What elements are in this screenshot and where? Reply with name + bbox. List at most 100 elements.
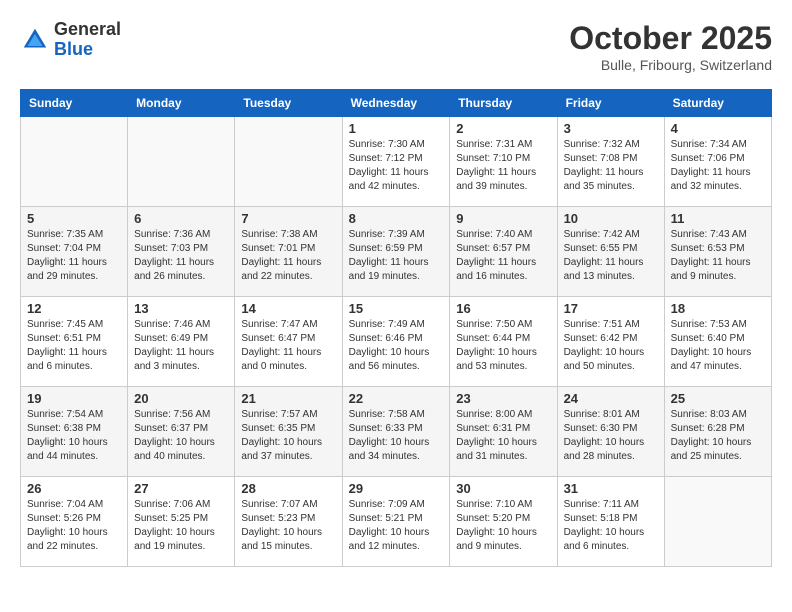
calendar-cell — [664, 477, 771, 567]
calendar-cell: 24Sunrise: 8:01 AM Sunset: 6:30 PM Dayli… — [557, 387, 664, 477]
month-title: October 2025 — [569, 20, 772, 57]
day-info: Sunrise: 7:38 AM Sunset: 7:01 PM Dayligh… — [241, 228, 335, 284]
day-info: Sunrise: 7:10 AM Sunset: 5:20 PM Dayligh… — [456, 498, 550, 554]
day-info: Sunrise: 7:04 AM Sunset: 5:26 PM Dayligh… — [27, 498, 121, 554]
calendar-cell: 30 Sunrise: 7:10 AM Sunset: 5:20 PM Dayli… — [450, 477, 557, 567]
calendar-cell: 23 Sunrise: 8:00 AM Sunset: 6:31 PM Dayli… — [450, 387, 557, 477]
day-info: Sunrise: 8:03 AM Sunset: 6:28 PM Dayligh… — [671, 408, 765, 464]
logo-general: General — [54, 20, 121, 40]
day-info: Sunrise: 7:31 AM Sunset: 7:10 PM Dayligh… — [456, 138, 550, 194]
calendar-cell: 17 Sunrise: 7:51 AM Sunset: 6:42 PM Dayli… — [557, 297, 664, 387]
calendar-cell: 14Sunrise: 7:47 AM Sunset: 6:47 PM Dayli… — [235, 297, 342, 387]
day-number: 15 — [349, 301, 444, 316]
day-number: 9 — [456, 211, 550, 226]
calendar-cell — [128, 117, 235, 207]
day-number: 24 — [564, 391, 658, 406]
calendar-cell: 2 Sunrise: 7:31 AM Sunset: 7:10 PM Daylig… — [450, 117, 557, 207]
header-friday: Friday — [557, 90, 664, 117]
day-info: Sunrise: 7:40 AM Sunset: 6:57 PM Dayligh… — [456, 228, 550, 284]
day-number: 13 — [134, 301, 228, 316]
day-number: 11 — [671, 211, 765, 226]
calendar-cell: 28Sunrise: 7:07 AM Sunset: 5:23 PM Dayli… — [235, 477, 342, 567]
day-info: Sunrise: 7:34 AM Sunset: 7:06 PM Dayligh… — [671, 138, 765, 194]
day-info: Sunrise: 7:30 AM Sunset: 7:12 PM Dayligh… — [349, 138, 444, 194]
calendar-cell: 20Sunrise: 7:56 AM Sunset: 6:37 PM Dayli… — [128, 387, 235, 477]
day-info: Sunrise: 7:42 AM Sunset: 6:55 PM Dayligh… — [564, 228, 658, 284]
day-number: 3 — [564, 121, 658, 136]
calendar-cell: 22 Sunrise: 7:58 AM Sunset: 6:33 PM Dayli… — [342, 387, 450, 477]
day-number: 7 — [241, 211, 335, 226]
logo-icon — [20, 25, 50, 55]
header-thursday: Thursday — [450, 90, 557, 117]
day-number: 29 — [349, 481, 444, 496]
header-monday: Monday — [128, 90, 235, 117]
day-number: 4 — [671, 121, 765, 136]
calendar-cell: 15Sunrise: 7:49 AM Sunset: 6:46 PM Dayli… — [342, 297, 450, 387]
day-number: 30 — [456, 481, 550, 496]
day-info: Sunrise: 7:32 AM Sunset: 7:08 PM Dayligh… — [564, 138, 658, 194]
day-number: 12 — [27, 301, 121, 316]
calendar-cell: 1 Sunrise: 7:30 AM Sunset: 7:12 PM Daylig… — [342, 117, 450, 207]
day-number: 22 — [349, 391, 444, 406]
day-info: Sunrise: 7:45 AM Sunset: 6:51 PM Dayligh… — [27, 318, 121, 374]
logo-text: General Blue — [54, 20, 121, 60]
day-number: 21 — [241, 391, 335, 406]
day-info: Sunrise: 7:54 AM Sunset: 6:38 PM Dayligh… — [27, 408, 121, 464]
calendar-cell: 16 Sunrise: 7:50 AM Sunset: 6:44 PM Dayli… — [450, 297, 557, 387]
calendar-cell: 31Sunrise: 7:11 AM Sunset: 5:18 PM Dayli… — [557, 477, 664, 567]
day-info: Sunrise: 7:58 AM Sunset: 6:33 PM Dayligh… — [349, 408, 444, 464]
calendar-cell: 5 Sunrise: 7:35 AM Sunset: 7:04 PM Daylig… — [21, 207, 128, 297]
day-number: 23 — [456, 391, 550, 406]
day-number: 18 — [671, 301, 765, 316]
calendar-cell: 13 Sunrise: 7:46 AM Sunset: 6:49 PM Dayli… — [128, 297, 235, 387]
day-info: Sunrise: 7:46 AM Sunset: 6:49 PM Dayligh… — [134, 318, 228, 374]
calendar-cell: 4 Sunrise: 7:34 AM Sunset: 7:06 PM Daylig… — [664, 117, 771, 207]
day-info: Sunrise: 7:50 AM Sunset: 6:44 PM Dayligh… — [456, 318, 550, 374]
calendar-cell: 29 Sunrise: 7:09 AM Sunset: 5:21 PM Dayli… — [342, 477, 450, 567]
day-number: 19 — [27, 391, 121, 406]
calendar-cell: 11 Sunrise: 7:43 AM Sunset: 6:53 PM Dayli… — [664, 207, 771, 297]
day-info: Sunrise: 8:00 AM Sunset: 6:31 PM Dayligh… — [456, 408, 550, 464]
calendar-cell: 25 Sunrise: 8:03 AM Sunset: 6:28 PM Dayli… — [664, 387, 771, 477]
calendar-cell: 26 Sunrise: 7:04 AM Sunset: 5:26 PM Dayli… — [21, 477, 128, 567]
day-number: 1 — [349, 121, 444, 136]
calendar-week-4: 19 Sunrise: 7:54 AM Sunset: 6:38 PM Dayli… — [21, 387, 772, 477]
day-number: 8 — [349, 211, 444, 226]
calendar-cell: 19 Sunrise: 7:54 AM Sunset: 6:38 PM Dayli… — [21, 387, 128, 477]
header-wednesday: Wednesday — [342, 90, 450, 117]
day-number: 16 — [456, 301, 550, 316]
calendar-cell: 12 Sunrise: 7:45 AM Sunset: 6:51 PM Dayli… — [21, 297, 128, 387]
day-number: 5 — [27, 211, 121, 226]
day-number: 31 — [564, 481, 658, 496]
calendar-cell — [21, 117, 128, 207]
day-number: 17 — [564, 301, 658, 316]
day-info: Sunrise: 7:06 AM Sunset: 5:25 PM Dayligh… — [134, 498, 228, 554]
day-number: 27 — [134, 481, 228, 496]
day-number: 2 — [456, 121, 550, 136]
calendar-week-5: 26 Sunrise: 7:04 AM Sunset: 5:26 PM Dayli… — [21, 477, 772, 567]
day-info: Sunrise: 7:43 AM Sunset: 6:53 PM Dayligh… — [671, 228, 765, 284]
header-tuesday: Tuesday — [235, 90, 342, 117]
calendar-cell: 10Sunrise: 7:42 AM Sunset: 6:55 PM Dayli… — [557, 207, 664, 297]
day-info: Sunrise: 7:51 AM Sunset: 6:42 PM Dayligh… — [564, 318, 658, 374]
logo: General Blue — [20, 20, 121, 60]
day-info: Sunrise: 7:35 AM Sunset: 7:04 PM Dayligh… — [27, 228, 121, 284]
calendar-cell: 7 Sunrise: 7:38 AM Sunset: 7:01 PM Daylig… — [235, 207, 342, 297]
day-number: 25 — [671, 391, 765, 406]
calendar-cell: 27 Sunrise: 7:06 AM Sunset: 5:25 PM Dayli… — [128, 477, 235, 567]
calendar-week-1: 1 Sunrise: 7:30 AM Sunset: 7:12 PM Daylig… — [21, 117, 772, 207]
day-number: 26 — [27, 481, 121, 496]
day-info: Sunrise: 7:09 AM Sunset: 5:21 PM Dayligh… — [349, 498, 444, 554]
calendar-cell: 9 Sunrise: 7:40 AM Sunset: 6:57 PM Daylig… — [450, 207, 557, 297]
location: Bulle, Fribourg, Switzerland — [569, 57, 772, 73]
title-block: October 2025 Bulle, Fribourg, Switzerlan… — [569, 20, 772, 73]
calendar-cell: 6Sunrise: 7:36 AM Sunset: 7:03 PM Daylig… — [128, 207, 235, 297]
header-sunday: Sunday — [21, 90, 128, 117]
day-info: Sunrise: 7:53 AM Sunset: 6:40 PM Dayligh… — [671, 318, 765, 374]
calendar-week-2: 5 Sunrise: 7:35 AM Sunset: 7:04 PM Daylig… — [21, 207, 772, 297]
calendar-cell: 3 Sunrise: 7:32 AM Sunset: 7:08 PM Daylig… — [557, 117, 664, 207]
calendar-cell: 18 Sunrise: 7:53 AM Sunset: 6:40 PM Dayli… — [664, 297, 771, 387]
page-header: General Blue October 2025 Bulle, Fribour… — [20, 20, 772, 73]
calendar-header-row: SundayMondayTuesdayWednesdayThursdayFrid… — [21, 90, 772, 117]
logo-blue: Blue — [54, 40, 121, 60]
